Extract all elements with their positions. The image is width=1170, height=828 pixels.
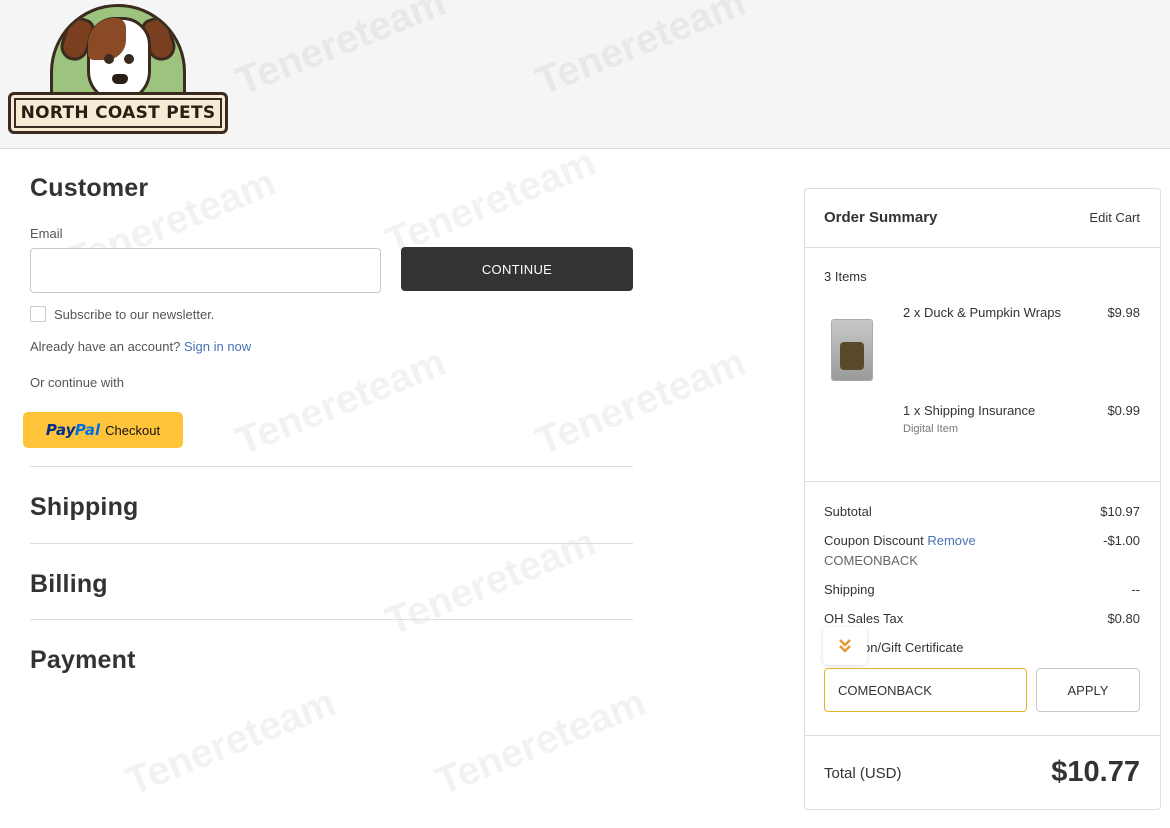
apply-coupon-button[interactable]: APPLY [1036,668,1140,712]
product-thumbnail [831,319,873,381]
paypal-wordmark-pay: Pay [45,420,76,439]
dog-eye [104,54,114,64]
dog-face-icon [87,17,151,103]
brand-name: NORTH COAST PETS [20,103,216,123]
total-value: $10.77 [1051,756,1140,788]
order-summary-title: Order Summary [824,209,938,226]
summary-divider [805,481,1160,482]
coupon-code: COMEONBACK [824,553,918,568]
section-divider [30,619,633,620]
summary-divider [805,735,1160,736]
account-prompt: Already have an account? Sign in now [30,339,251,354]
line-item-subtitle: Digital Item [903,423,959,435]
continue-with-label: Or continue with [30,375,124,390]
subtotal-value: $10.97 [1100,504,1140,519]
billing-heading[interactable]: Billing [30,570,108,599]
email-field[interactable] [30,248,381,293]
shipping-value: -- [1131,582,1140,597]
dog-nose [112,74,128,84]
coupon-discount-value: -$1.00 [1103,533,1140,548]
section-divider [30,543,633,544]
logo-banner: NORTH COAST PETS [8,92,228,134]
email-label: Email [30,226,63,241]
line-item-price: $0.99 [1107,403,1140,418]
coupon-discount-label: Coupon Discount [824,533,924,548]
payment-heading[interactable]: Payment [30,646,136,675]
chevron-double-down-icon[interactable] [823,627,867,665]
site-header: NORTH COAST PETS [0,0,1170,149]
store-logo[interactable]: NORTH COAST PETS [8,4,230,136]
watermark: Tenereteam [529,340,752,464]
watermark: Tenereteam [429,680,652,804]
watermark: Tenereteam [119,680,342,804]
line-item-price: $9.98 [1107,305,1140,320]
shipping-heading[interactable]: Shipping [30,493,139,522]
dog-eye [124,54,134,64]
sales-tax-value: $0.80 [1107,611,1140,626]
newsletter-checkbox[interactable] [30,306,46,322]
item-count: 3 Items [824,269,867,284]
summary-divider [805,247,1160,248]
watermark: Tenereteam [379,520,602,644]
remove-coupon-link[interactable]: Remove [927,533,975,548]
sales-tax-label: OH Sales Tax [824,611,904,626]
customer-heading: Customer [30,174,149,202]
shipping-label: Shipping [824,582,875,597]
coupon-code-input[interactable]: COMEONBACK [824,668,1027,712]
sign-in-link[interactable]: Sign in now [184,339,251,354]
newsletter-label: Subscribe to our newsletter. [54,307,215,322]
gift-certificate-link[interactable]: on/Gift Certificate [863,640,963,655]
line-item-name: 2 x Duck & Pumpkin Wraps [903,305,1061,320]
coupon-discount-row: Coupon Discount Remove [824,533,976,548]
account-prompt-text: Already have an account? [30,339,181,354]
paypal-logo-icon: Pay Pal [46,421,100,440]
paypal-checkout-button[interactable]: Pay Pal Checkout [23,412,183,448]
total-label: Total (USD) [824,765,902,782]
section-divider [30,466,633,467]
watermark: Tenereteam [229,340,452,464]
subtotal-label: Subtotal [824,504,872,519]
order-summary: Order Summary Edit Cart 3 Items 2 x Duck… [804,188,1161,810]
edit-cart-link[interactable]: Edit Cart [1089,210,1140,225]
paypal-wordmark-pal: Pal [74,420,101,439]
continue-button[interactable]: CONTINUE [401,247,633,291]
paypal-checkout-label: Checkout [105,422,161,438]
line-item-name: 1 x Shipping Insurance [903,403,1036,418]
